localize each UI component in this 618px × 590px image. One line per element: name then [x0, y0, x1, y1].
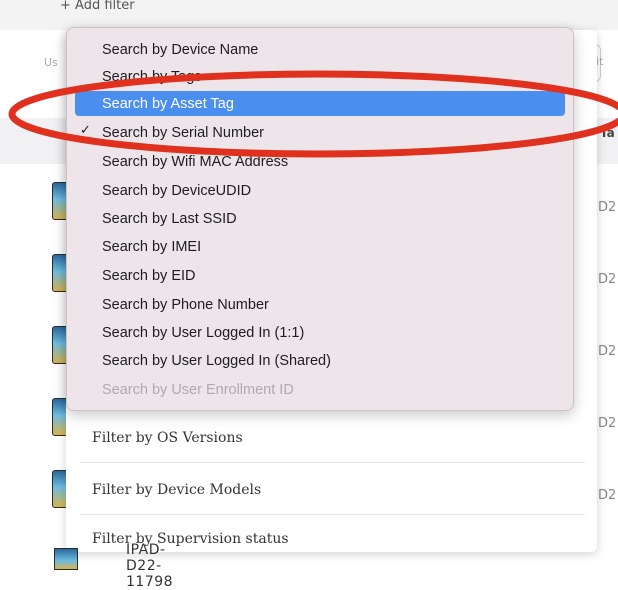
menu-item-label: Search by Asset Tag	[102, 95, 234, 112]
menu-item-label: Search by User Logged In (Shared)	[102, 352, 331, 369]
row-value-fragment: D2	[598, 272, 617, 287]
menu-item-tags[interactable]: Search by Tags	[75, 64, 565, 89]
menu-item-label: Search by Serial Number	[102, 124, 264, 141]
search-field-fragment: Us	[44, 56, 58, 69]
menu-item-wifi-mac[interactable]: Search by Wifi MAC Address	[75, 149, 565, 174]
menu-item-label: Search by Device Name	[102, 41, 259, 58]
menu-item-serial-number[interactable]: ✓ Search by Serial Number	[75, 120, 565, 145]
add-filter-link[interactable]: + Add filter	[60, 0, 135, 13]
menu-item-label: Search by User Enrollment ID	[102, 381, 294, 398]
menu-item-device-udid[interactable]: Search by DeviceUDID	[75, 178, 565, 203]
row-value-fragment: D2	[598, 344, 617, 359]
row-value-fragment: D2	[598, 488, 617, 503]
menu-item-label: Search by IMEI	[102, 238, 202, 255]
search-input-fragment: it	[596, 55, 604, 68]
checkmark-icon: ✓	[80, 122, 91, 137]
menu-item-label: Search by Wifi MAC Address	[102, 153, 289, 170]
menu-item-user-logged-in-1-1[interactable]: Search by User Logged In (1:1)	[75, 320, 565, 345]
menu-item-imei[interactable]: Search by IMEI	[75, 234, 565, 259]
menu-item-device-name[interactable]: Search by Device Name	[75, 37, 565, 62]
menu-item-label: Search by EID	[102, 267, 196, 284]
top-bar: + Add filter	[0, 0, 618, 30]
menu-item-user-enrollment-id: Search by User Enrollment ID	[75, 377, 565, 402]
row-value-fragment: D2	[598, 200, 617, 215]
menu-item-label: Search by DeviceUDID	[102, 182, 252, 199]
menu-item-last-ssid[interactable]: Search by Last SSID	[75, 206, 565, 231]
menu-item-label: Search by Tags	[102, 68, 202, 85]
column-header-tag: Ta	[600, 126, 615, 140]
menu-item-user-logged-in-shared[interactable]: Search by User Logged In (Shared)	[75, 348, 565, 373]
search-type-dropdown: Search by Device Name Search by Tags Sea…	[66, 27, 574, 411]
menu-item-eid[interactable]: Search by EID	[75, 263, 565, 288]
menu-item-phone-number[interactable]: Search by Phone Number	[75, 292, 565, 317]
menu-item-label: Search by Last SSID	[102, 210, 237, 227]
menu-item-asset-tag[interactable]: Search by Asset Tag	[75, 91, 565, 116]
menu-item-label: Search by Phone Number	[102, 296, 269, 313]
device-name: IPAD-D22-11798	[126, 542, 174, 590]
row-value-fragment: D2	[598, 416, 617, 431]
filter-os-versions[interactable]: Filter by OS Versions	[80, 413, 585, 463]
menu-item-label: Search by User Logged In (1:1)	[102, 324, 305, 341]
filter-device-models[interactable]: Filter by Device Models	[80, 465, 585, 515]
device-thumbnail	[54, 548, 78, 570]
